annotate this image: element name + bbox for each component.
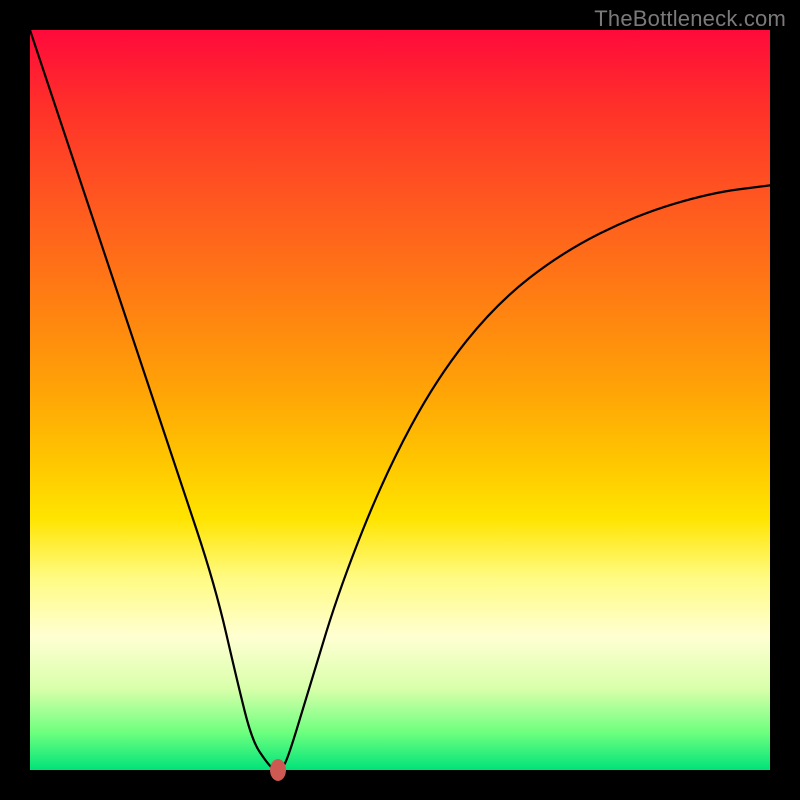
curve-svg: [30, 30, 770, 770]
minimum-marker: [270, 759, 286, 781]
chart-frame: TheBottleneck.com: [0, 0, 800, 800]
bottleneck-curve-path: [30, 30, 770, 770]
watermark-text: TheBottleneck.com: [594, 6, 786, 32]
plot-area: [30, 30, 770, 770]
